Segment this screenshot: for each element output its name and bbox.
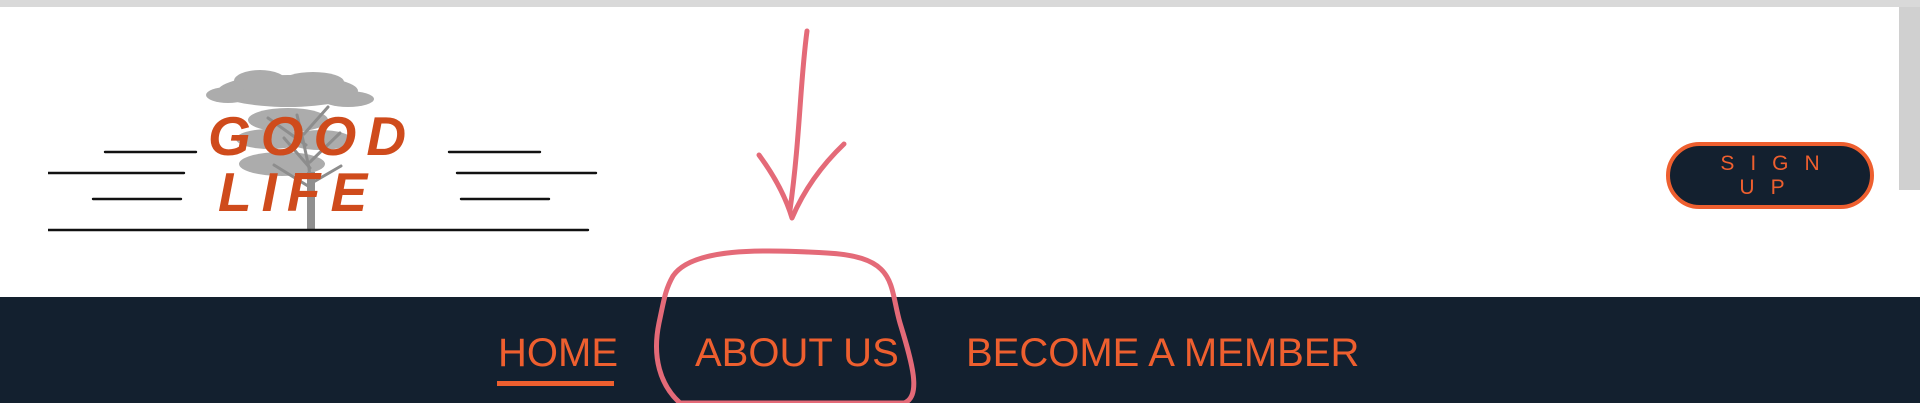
- sign-up-button[interactable]: SIGN UP: [1666, 142, 1874, 209]
- logo-good-text: GOOD: [208, 105, 416, 167]
- arrow-head-icon: [756, 141, 847, 221]
- page: GOOD LIFE SIGN UP HOME ABOUT US BECOME A…: [0, 0, 1920, 403]
- good-life-logo[interactable]: GOOD LIFE: [48, 60, 598, 240]
- main-navigation: HOME ABOUT US BECOME A MEMBER: [0, 297, 1920, 403]
- active-nav-underline: [497, 381, 614, 386]
- top-border: [0, 0, 1920, 7]
- good-life-logo-art: GOOD LIFE: [48, 70, 598, 232]
- arrow-down-icon: [787, 28, 810, 213]
- nav-about-link[interactable]: ABOUT US: [695, 331, 899, 375]
- scrollbar[interactable]: [1899, 7, 1920, 190]
- nav-become-member-link[interactable]: BECOME A MEMBER: [966, 331, 1359, 375]
- logo-life-text: LIFE: [218, 161, 377, 223]
- nav-home-link[interactable]: HOME: [498, 331, 618, 375]
